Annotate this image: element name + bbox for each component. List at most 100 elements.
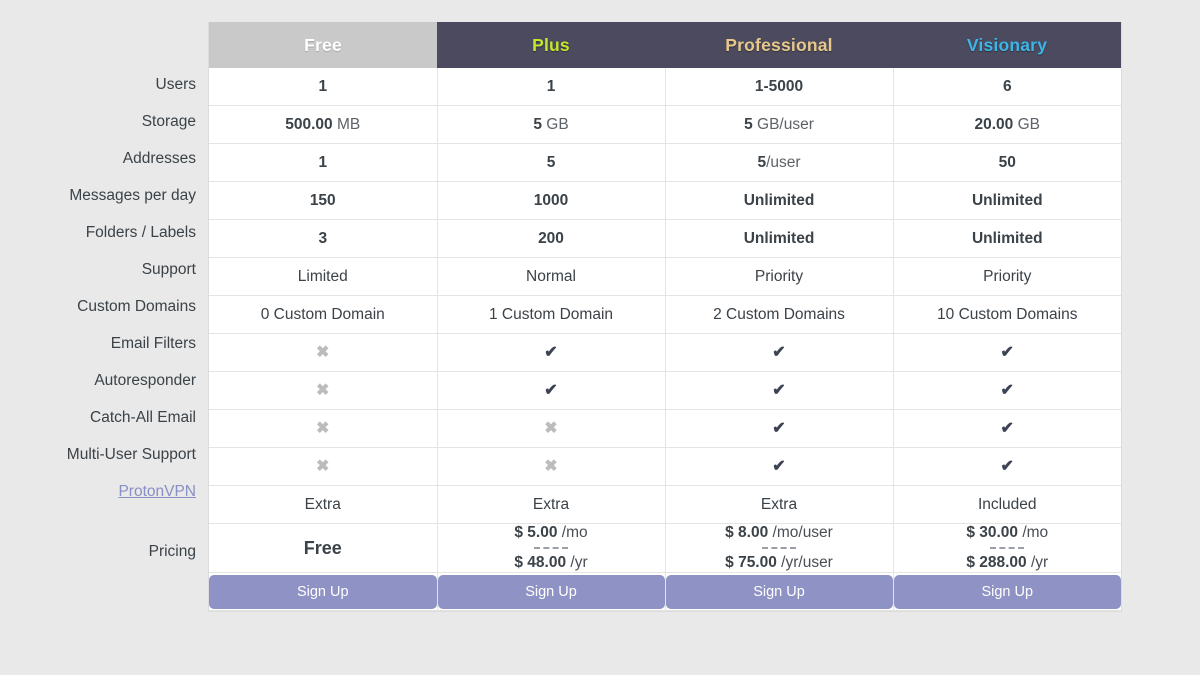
cell-storage-free: 500.00 MB (209, 105, 438, 144)
cell-users-visionary: 6 (893, 68, 1121, 106)
cell-folders-free: 3 (209, 219, 438, 258)
plan-name: Plus (532, 34, 570, 55)
check-icon: ✔ (1000, 457, 1014, 475)
cell-signup-free: Sign Up (209, 572, 438, 611)
table-row: ✖ ✖ ✔ ✔ (209, 447, 1121, 486)
table-row: ✖ ✖ ✔ ✔ (209, 409, 1121, 448)
price-yearly: $ 288.00 /yr (966, 554, 1048, 572)
table-row: 1 1 1-5000 6 (209, 68, 1121, 106)
price-yearly: $ 75.00 /yr/user (725, 554, 833, 572)
row-label-multi-user-support: Multi-User Support (0, 436, 208, 473)
price-monthly: $ 5.00 /mo (514, 524, 587, 542)
cell-support-visionary: Priority (893, 257, 1121, 296)
price-yearly: $ 48.00 /yr (514, 554, 587, 572)
row-label-text: Catch-All Email (90, 408, 196, 426)
protonvpn-link[interactable]: ProtonVPN (118, 483, 196, 501)
plan-header-visionary[interactable]: Visionary (893, 22, 1121, 68)
cell-users-plus: 1 (437, 68, 666, 106)
signup-button-professional[interactable]: Sign Up (665, 574, 893, 609)
row-label-signup-spacer (0, 594, 208, 645)
row-label-pricing: Pricing (0, 510, 208, 594)
cell-pricing-professional: $ 8.00 /mo/user $ 75.00 /yr/user (665, 523, 894, 573)
row-label-protonvpn: ProtonVPN (0, 473, 208, 510)
cell-addresses-visionary: 50 (893, 143, 1121, 182)
row-label-text: Multi-User Support (66, 445, 196, 463)
signup-button-plus[interactable]: Sign Up (437, 574, 665, 609)
pricing-table: Free Plus Professional Visionary 1 1 1-5… (209, 22, 1121, 611)
cell-pricing-free: Free (209, 523, 438, 573)
plan-name: Free (304, 34, 342, 55)
row-label-support: Support (0, 251, 208, 288)
check-icon: ✔ (772, 381, 786, 399)
row-label-users: Users (0, 66, 208, 103)
price-yearly-amount: $ 288.00 (966, 554, 1027, 571)
check-icon: ✔ (772, 343, 786, 361)
cell-multi-user-free: ✖ (209, 447, 438, 486)
cell-email-filters-visionary: ✔ (893, 333, 1121, 372)
plan-name: Professional (725, 34, 833, 55)
plan-header-free[interactable]: Free (209, 22, 437, 68)
row-label-folders-labels: Folders / Labels (0, 214, 208, 251)
cell-signup-plus: Sign Up (437, 572, 666, 611)
cell-domains-plus: 1 Custom Domain (437, 295, 666, 334)
unit: GB (1013, 115, 1040, 133)
table-row: 1 5 5/user 50 (209, 143, 1121, 182)
check-icon: ✔ (772, 457, 786, 475)
check-icon: ✔ (1000, 419, 1014, 437)
table-row: 150 1000 Unlimited Unlimited (209, 181, 1121, 220)
plan-header-professional[interactable]: Professional (665, 22, 893, 68)
cell-support-plus: Normal (437, 257, 666, 296)
price-block: $ 8.00 /mo/user $ 75.00 /yr/user (666, 524, 893, 572)
table-body: 1 1 1-5000 6 500.00 MB 5 GB 5 GB/user 20… (209, 68, 1121, 611)
cell-autoresponder-professional: ✔ (665, 371, 894, 410)
cell-messages-free: 150 (209, 181, 438, 220)
row-label-text: Messages per day (69, 186, 196, 204)
row-label-text: Custom Domains (77, 297, 196, 315)
price-divider (762, 547, 796, 549)
signup-button-visionary[interactable]: Sign Up (893, 574, 1121, 609)
pricing-table-container: Free Plus Professional Visionary 1 1 1-5… (208, 22, 1122, 612)
cell-catch-all-free: ✖ (209, 409, 438, 448)
cross-icon: ✖ (316, 381, 330, 399)
cross-icon: ✖ (544, 419, 558, 437)
table-row: 3 200 Unlimited Unlimited (209, 219, 1121, 258)
row-label-catch-all-email: Catch-All Email (0, 399, 208, 436)
price-divider (534, 547, 568, 549)
price-monthly: $ 30.00 /mo (966, 524, 1048, 542)
unit: GB (541, 115, 569, 133)
row-label-addresses: Addresses (0, 140, 208, 177)
cross-icon: ✖ (544, 457, 558, 475)
cell-addresses-free: 1 (209, 143, 438, 182)
cross-icon: ✖ (316, 343, 330, 361)
cell-messages-plus: 1000 (437, 181, 666, 220)
cell-autoresponder-visionary: ✔ (893, 371, 1121, 410)
row-label-text: Autoresponder (94, 371, 196, 389)
check-icon: ✔ (544, 343, 558, 361)
row-label-email-filters: Email Filters (0, 325, 208, 362)
cell-support-professional: Priority (665, 257, 894, 296)
amount: 5 (546, 153, 556, 171)
row-label-text: Users (155, 75, 196, 93)
row-label-text: Folders / Labels (85, 223, 196, 241)
check-icon: ✔ (1000, 381, 1014, 399)
table-row: 0 Custom Domain 1 Custom Domain 2 Custom… (209, 295, 1121, 334)
cell-messages-visionary: Unlimited (893, 181, 1121, 220)
price-monthly-period: /mo (1022, 524, 1049, 541)
cross-icon: ✖ (316, 419, 330, 437)
cell-email-filters-professional: ✔ (665, 333, 894, 372)
cell-users-free: 1 (209, 68, 438, 106)
pricing-comparison-page: Users Storage Addresses Messages per day… (0, 0, 1200, 675)
table-row: Limited Normal Priority Priority (209, 257, 1121, 296)
cell-multi-user-professional: ✔ (665, 447, 894, 486)
cell-protonvpn-plus: Extra (437, 485, 666, 524)
pricing-row: Free $ 5.00 /mo $ 48.00 /yr $ 8.00 /mo/u… (209, 523, 1121, 573)
price-free-label: Free (303, 537, 342, 558)
check-icon: ✔ (544, 381, 558, 399)
price-yearly-amount: $ 48.00 (514, 554, 567, 571)
row-label-messages-per-day: Messages per day (0, 177, 208, 214)
signup-button-free[interactable]: Sign Up (209, 574, 437, 609)
amount: 5 (744, 115, 753, 133)
plan-header-plus[interactable]: Plus (437, 22, 665, 68)
cell-users-professional: 1-5000 (665, 68, 894, 106)
amount: 5 (533, 115, 542, 133)
